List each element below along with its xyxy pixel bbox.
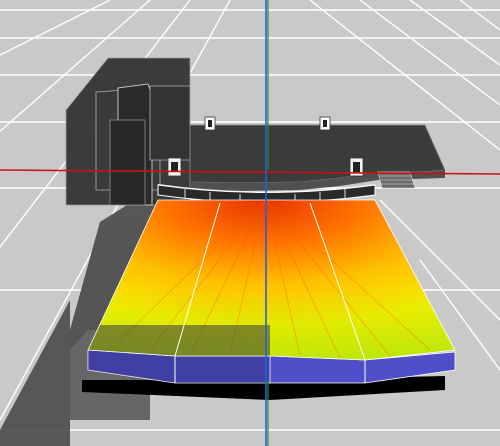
- occluded-region: [88, 325, 270, 356]
- tower-right[interactable]: [149, 85, 191, 161]
- scene-canvas[interactable]: [0, 0, 500, 446]
- 3d-viewport[interactable]: [0, 0, 500, 446]
- speaker-icon[interactable]: [167, 157, 182, 177]
- speaker-icon[interactable]: [204, 116, 216, 131]
- pillar[interactable]: [109, 119, 146, 206]
- speaker-icon[interactable]: [319, 116, 331, 131]
